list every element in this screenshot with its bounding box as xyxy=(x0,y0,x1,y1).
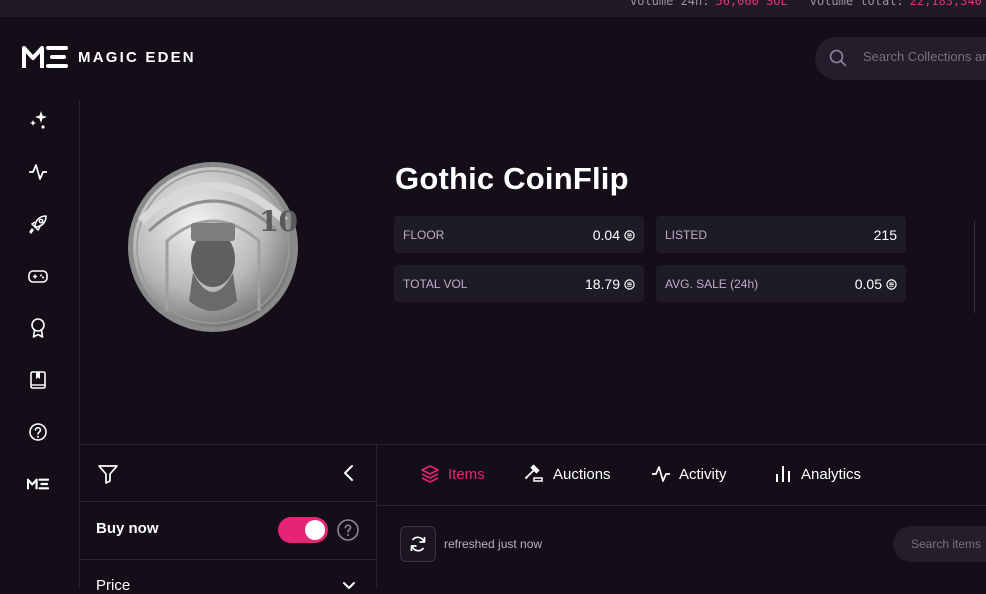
buy-now-toggle[interactable] xyxy=(278,517,328,543)
tab-activity[interactable]: Activity xyxy=(651,464,727,484)
tab-auctions[interactable]: Auctions xyxy=(524,464,611,485)
me-icon[interactable] xyxy=(27,473,49,495)
activity-icon xyxy=(652,466,670,482)
stat-avg-sale-label: AVG. SALE (24h) xyxy=(665,277,759,291)
ticker-content: volume 24h: 56,060 SOL volume total: 22,183… xyxy=(630,0,986,8)
stat-floor-value: 0.04 xyxy=(592,227,620,243)
volume-24h-label: volume 24h: xyxy=(630,0,710,8)
stat-total-vol-value-wrap: 18.79 xyxy=(585,276,635,292)
magic-eden-logo[interactable]: MAGIC EDEN xyxy=(22,44,196,70)
refresh-button[interactable] xyxy=(400,526,436,562)
stat-floor-label: FLOOR xyxy=(403,228,445,242)
sol-icon xyxy=(624,278,635,290)
chevron-left-icon[interactable] xyxy=(342,463,356,483)
refresh-status: refreshed just now xyxy=(444,537,543,551)
filter-header xyxy=(80,445,376,502)
magic-eden-logo-icon xyxy=(22,46,68,68)
tab-items-label: Items xyxy=(448,465,485,483)
gamepad-icon[interactable] xyxy=(27,265,49,287)
collection-avatar: 10 xyxy=(128,162,298,332)
filter-divider xyxy=(80,559,376,560)
volume-total-label: volume total: xyxy=(809,0,904,8)
sol-icon xyxy=(624,229,635,241)
volume-24h-value: 56,060 SOL xyxy=(715,0,788,8)
filter-panel: Buy now Price xyxy=(80,445,377,594)
tab-analytics-label: Analytics xyxy=(801,465,862,483)
help-icon[interactable] xyxy=(27,421,49,443)
chevron-down-icon[interactable] xyxy=(342,581,356,591)
stat-listed-value: 215 xyxy=(873,227,897,243)
search-input[interactable] xyxy=(861,48,986,65)
brand-name: MAGIC EDEN xyxy=(78,48,196,66)
svg-text:10: 10 xyxy=(259,205,298,238)
tab-items[interactable]: Items xyxy=(420,464,485,484)
stat-total-vol-label: TOTAL VOL xyxy=(403,277,468,291)
price-filter-label[interactable]: Price xyxy=(96,577,130,594)
search-items[interactable] xyxy=(893,526,986,562)
bar-chart-icon xyxy=(776,466,790,482)
gavel-icon xyxy=(524,464,543,482)
tab-activity-label: Activity xyxy=(679,465,727,483)
search-items-input[interactable] xyxy=(909,536,986,552)
rocket-icon[interactable] xyxy=(27,213,49,235)
filter-icon[interactable] xyxy=(96,462,120,486)
tab-analytics[interactable]: Analytics xyxy=(773,464,861,484)
stat-avg-sale-value-wrap: 0.05 xyxy=(855,276,897,292)
stat-listed: LISTED 215 xyxy=(656,216,906,253)
collections-search[interactable] xyxy=(815,37,986,80)
tab-auctions-label: Auctions xyxy=(553,466,611,483)
stat-avg-sale: AVG. SALE (24h) 0.05 xyxy=(656,265,906,302)
stat-total-vol-value: 18.79 xyxy=(584,276,620,292)
buy-now-label: Buy now xyxy=(96,520,159,537)
volume-total-value: 22,183,340 SOL xyxy=(909,0,986,8)
stats-ticker: volume 24h: 56,060 SOL volume total: 22,183… xyxy=(0,0,986,17)
refresh-icon xyxy=(410,536,426,552)
sparkles-icon[interactable] xyxy=(27,109,49,131)
book-icon[interactable] xyxy=(27,369,49,391)
stat-floor: FLOOR 0.04 xyxy=(394,216,644,253)
stat-floor-value-wrap: 0.04 xyxy=(593,227,635,243)
search-icon xyxy=(829,49,847,67)
toggle-knob xyxy=(305,520,325,540)
help-icon[interactable] xyxy=(336,518,360,542)
collection-tabs: Items Auctions Activity Analytics xyxy=(377,445,986,506)
stat-total-vol: TOTAL VOL 18.79 xyxy=(394,265,644,302)
activity-icon[interactable] xyxy=(27,161,49,183)
collection-title: Gothic CoinFlip xyxy=(395,161,629,196)
sol-icon xyxy=(886,278,897,290)
stat-listed-label: LISTED xyxy=(665,228,708,242)
stat-avg-sale-value: 0.05 xyxy=(854,276,882,292)
layers-icon xyxy=(421,465,439,483)
stats-divider xyxy=(974,221,975,313)
award-icon[interactable] xyxy=(27,317,49,339)
